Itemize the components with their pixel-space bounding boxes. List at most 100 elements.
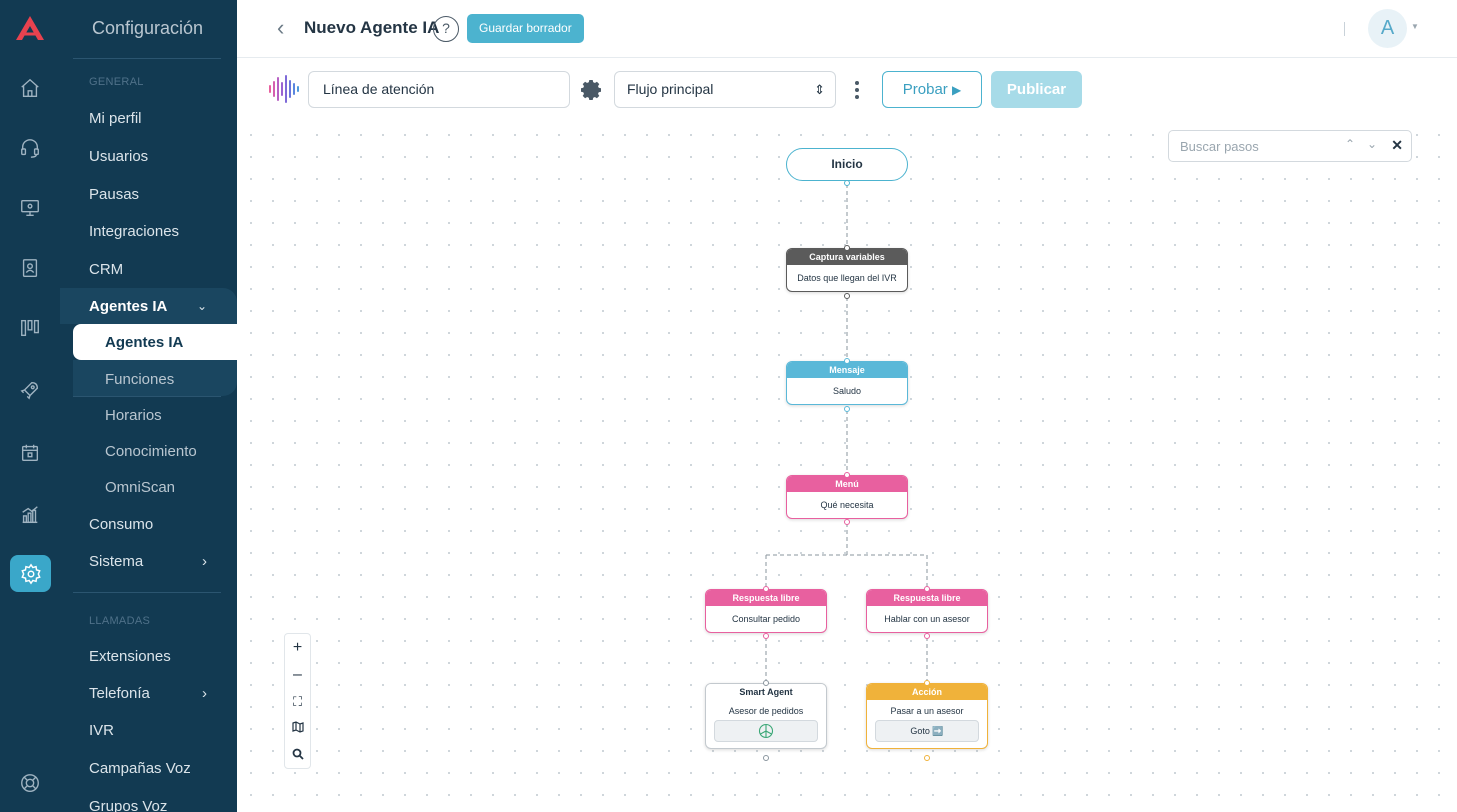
port[interactable]: [844, 180, 850, 186]
monitor-icon[interactable]: [18, 196, 42, 220]
node-header: Captura variables: [787, 249, 907, 265]
settings-sidebar: Configuración GENERAL Mi perfil Usuarios…: [60, 0, 237, 812]
chevron-down-icon[interactable]: ⌄: [1367, 137, 1377, 151]
flow-select-value: Flujo principal: [627, 81, 714, 97]
sidebar-item-users[interactable]: Usuarios: [89, 148, 148, 165]
chevron-right-icon[interactable]: ›: [202, 553, 207, 570]
page-header: ‹ Nuevo Agente IA ? Guardar borrador A ▼: [237, 0, 1457, 58]
section-calls: LLAMADAS: [89, 615, 151, 627]
support-lifebuoy-icon[interactable]: [18, 771, 42, 795]
flow-connectors: [765, 184, 928, 683]
sidebar-item-extensions[interactable]: Extensiones: [89, 648, 171, 665]
flow-node-action[interactable]: Acción Pasar a un asesor Goto ➡️: [866, 683, 988, 749]
analytics-icon[interactable]: [18, 503, 42, 527]
node-body: Consultar pedido: [731, 614, 801, 624]
sidebar-subitem-omniscan[interactable]: OmniScan: [105, 479, 175, 496]
port[interactable]: [763, 633, 769, 639]
help-icon[interactable]: ?: [433, 16, 459, 42]
port[interactable]: [763, 680, 769, 686]
voice-wave-icon: [269, 75, 299, 103]
app-logo-icon[interactable]: [14, 14, 46, 42]
zoom-controls: + – ⛶: [284, 633, 311, 769]
play-icon: ▶: [951, 83, 962, 97]
flow-canvas[interactable]: Buscar pasos ⌃ ⌄ ✕ + – ⛶ Inicio Captura …: [237, 121, 1457, 812]
close-icon[interactable]: ✕: [1391, 137, 1403, 154]
node-body: Pasar a un asesor: [890, 706, 964, 716]
search-icon[interactable]: [285, 742, 310, 769]
node-body: Hablar con un asesor: [884, 614, 970, 624]
chevron-up-icon[interactable]: ⌃: [1345, 137, 1355, 151]
port[interactable]: [844, 472, 850, 478]
divider: [73, 58, 221, 59]
flow-node-message[interactable]: Mensaje Saludo: [786, 361, 908, 405]
port[interactable]: [924, 755, 930, 761]
port[interactable]: [924, 586, 930, 592]
sidebar-subitem-functions[interactable]: Funciones: [105, 371, 174, 388]
kanban-icon[interactable]: [18, 316, 42, 340]
sidebar-subitem-knowledge[interactable]: Conocimiento: [105, 443, 197, 460]
save-draft-button[interactable]: Guardar borrador: [467, 14, 584, 43]
flow-node-free-response-1[interactable]: Respuesta libre Consultar pedido: [705, 589, 827, 633]
sidebar-item-usage[interactable]: Consumo: [89, 516, 153, 533]
avatar[interactable]: A: [1368, 9, 1407, 48]
port[interactable]: [924, 633, 930, 639]
flow-toolbar: Línea de atención Flujo principal ⇕ Proba…: [237, 59, 1457, 121]
sidebar-item-profile[interactable]: Mi perfil: [89, 110, 142, 127]
flow-node-smart-agent[interactable]: Smart Agent Asesor de pedidos: [705, 683, 827, 749]
home-icon[interactable]: [18, 76, 42, 100]
port[interactable]: [763, 586, 769, 592]
caret-down-icon[interactable]: ▼: [1411, 22, 1419, 31]
flow-node-free-response-2[interactable]: Respuesta libre Hablar con un asesor: [866, 589, 988, 633]
sidebar-item-crm[interactable]: CRM: [89, 261, 123, 278]
chevron-right-icon[interactable]: ›: [202, 685, 207, 702]
port[interactable]: [844, 245, 850, 251]
goto-button[interactable]: Goto ➡️: [875, 720, 979, 742]
more-options-icon[interactable]: [850, 79, 864, 101]
flow-node-menu[interactable]: Menú Qué necesita: [786, 475, 908, 519]
sidebar-item-telephony[interactable]: Telefonía: [89, 685, 150, 702]
sidebar-item-system[interactable]: Sistema: [89, 553, 143, 570]
test-button-label: Probar: [902, 81, 948, 98]
node-body: Saludo: [832, 386, 862, 396]
sidebar-item-integrations[interactable]: Integraciones: [89, 223, 179, 240]
flow-select[interactable]: Flujo principal ⇕: [614, 71, 836, 108]
headset-icon[interactable]: [18, 136, 42, 160]
rocket-icon[interactable]: [18, 378, 42, 402]
zoom-out-icon[interactable]: –: [285, 661, 310, 688]
port[interactable]: [844, 406, 850, 412]
node-header: Menú: [787, 476, 907, 492]
back-chevron-icon[interactable]: ‹: [277, 17, 284, 39]
search-steps-input[interactable]: Buscar pasos: [1180, 139, 1259, 154]
port[interactable]: [844, 358, 850, 364]
port[interactable]: [844, 293, 850, 299]
sidebar-subitem-ai-agents[interactable]: Agentes IA: [105, 334, 183, 351]
fit-view-icon[interactable]: ⛶: [285, 688, 310, 715]
node-header: Acción: [867, 684, 987, 700]
test-button[interactable]: Probar ▶: [882, 71, 982, 108]
sidebar-subitem-schedules[interactable]: Horarios: [105, 407, 162, 424]
flow-node-start[interactable]: Inicio: [786, 148, 908, 181]
port[interactable]: [844, 519, 850, 525]
openai-logo-icon: [714, 720, 818, 742]
calendar-icon[interactable]: [18, 441, 42, 465]
agent-name-input[interactable]: Línea de atención: [308, 71, 570, 108]
sidebar-item-voice-groups[interactable]: Grupos Voz: [89, 798, 167, 812]
sidebar-title: Configuración: [92, 18, 204, 38]
contacts-icon[interactable]: [18, 256, 42, 280]
sidebar-item-ivr[interactable]: IVR: [89, 722, 114, 739]
gear-icon[interactable]: [580, 78, 604, 102]
sidebar-group-label[interactable]: Agentes IA: [89, 298, 167, 315]
minimap-icon[interactable]: [285, 715, 310, 742]
search-steps[interactable]: Buscar pasos ⌃ ⌄ ✕: [1168, 130, 1412, 162]
flow-node-capture-variables[interactable]: Captura variables Datos que llegan del I…: [786, 248, 908, 292]
publish-button[interactable]: Publicar: [991, 71, 1082, 108]
chevron-down-icon[interactable]: ⌄: [197, 299, 207, 313]
zoom-in-icon[interactable]: +: [285, 634, 310, 661]
port[interactable]: [763, 755, 769, 761]
sidebar-item-voice-campaigns[interactable]: Campañas Voz: [89, 760, 191, 777]
divider: [73, 396, 221, 397]
settings-gear-icon[interactable]: [10, 555, 51, 592]
port[interactable]: [924, 680, 930, 686]
sidebar-item-pauses[interactable]: Pausas: [89, 186, 139, 203]
divider: [1344, 22, 1345, 36]
